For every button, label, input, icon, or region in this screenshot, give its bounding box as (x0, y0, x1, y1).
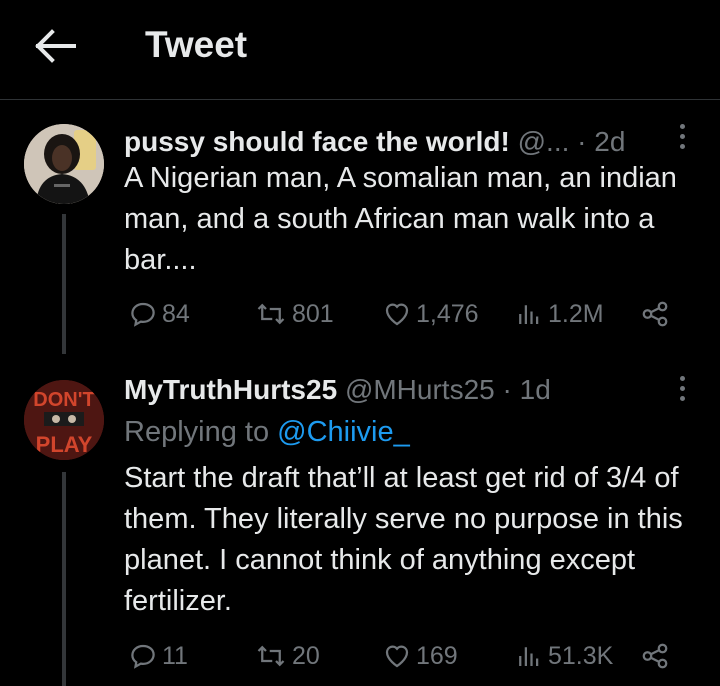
replying-to: Replying to @Chiivie_ (124, 412, 410, 452)
more-options-button[interactable] (676, 124, 688, 154)
avatar[interactable]: DON'T PLAY (24, 380, 104, 460)
page-title: Tweet (145, 24, 248, 65)
svg-text:DON'T: DON'T (33, 389, 94, 411)
like-count: 1,476 (416, 299, 479, 328)
retweet-count: 801 (292, 299, 334, 328)
action-bar: 11 20 169 51.3K (124, 636, 684, 676)
tweet-text: A Nigerian man, A somalian man, an india… (124, 162, 677, 276)
reply-icon (131, 644, 155, 669)
retweet-button[interactable]: 20 (254, 636, 320, 676)
retweet-button[interactable]: 801 (254, 294, 334, 334)
view-count: 1.2M (548, 299, 604, 328)
views-chart-icon (519, 305, 539, 324)
like-count: 169 (416, 641, 458, 670)
reply-button[interactable]: 84 (128, 294, 190, 334)
reply-icon (131, 302, 155, 327)
retweet-icon (257, 303, 285, 325)
handle[interactable]: @... (518, 126, 570, 157)
retweet-icon (257, 645, 285, 667)
thread-line (62, 214, 66, 354)
more-dots-icon (679, 376, 685, 381)
views-button[interactable]: 51.3K (514, 636, 613, 676)
replying-to-label: Replying to (124, 416, 270, 448)
handle[interactable]: @MHurts25 (345, 374, 495, 405)
share-icon (642, 301, 668, 327)
retweet-count: 20 (292, 641, 320, 670)
views-button[interactable]: 1.2M (514, 294, 604, 334)
tweet-header: MyTruthHurts25 @MHurts25 · 1d (124, 370, 660, 410)
reply-button[interactable]: 11 (128, 636, 188, 676)
more-dots-icon (679, 124, 685, 129)
replying-to-link[interactable]: @Chiivie_ (277, 416, 410, 448)
share-icon (642, 643, 668, 669)
tweet-header: pussy should face the world! @... · 2d (124, 122, 660, 162)
svg-text:PLAY: PLAY (36, 432, 93, 457)
tweet-text: Start the draft that’ll at least get rid… (124, 462, 683, 617)
like-button[interactable]: 169 (382, 636, 458, 676)
timestamp[interactable]: · 2d (577, 126, 625, 157)
heart-icon (385, 645, 409, 668)
display-name[interactable]: MyTruthHurts25 (124, 374, 337, 405)
more-options-button[interactable] (676, 376, 688, 406)
top-bar: Tweet (0, 0, 720, 100)
action-bar: 84 801 1,476 1.2M (124, 294, 684, 334)
avatar-photo (24, 124, 104, 204)
arrow-left-icon (35, 29, 76, 63)
thread-line (62, 472, 66, 686)
avatar[interactable] (24, 124, 104, 204)
like-button[interactable]: 1,476 (382, 294, 479, 334)
share-button[interactable] (640, 636, 674, 676)
reply-count: 11 (162, 641, 188, 670)
views-chart-icon (519, 647, 539, 666)
tweet-original[interactable]: pussy should face the world! @... · 2d A… (0, 122, 720, 354)
heart-icon (385, 303, 409, 326)
view-count: 51.3K (548, 641, 614, 670)
tweet-reply[interactable]: DON'T PLAY MyTruthHurts25 @MHurts25 · 1d… (0, 372, 720, 686)
back-button[interactable] (34, 28, 78, 64)
share-button[interactable] (640, 294, 674, 334)
reply-count: 84 (162, 299, 190, 328)
timestamp[interactable]: · 1d (503, 374, 551, 405)
display-name[interactable]: pussy should face the world! (124, 126, 510, 157)
avatar-image: DON'T PLAY (24, 380, 104, 460)
